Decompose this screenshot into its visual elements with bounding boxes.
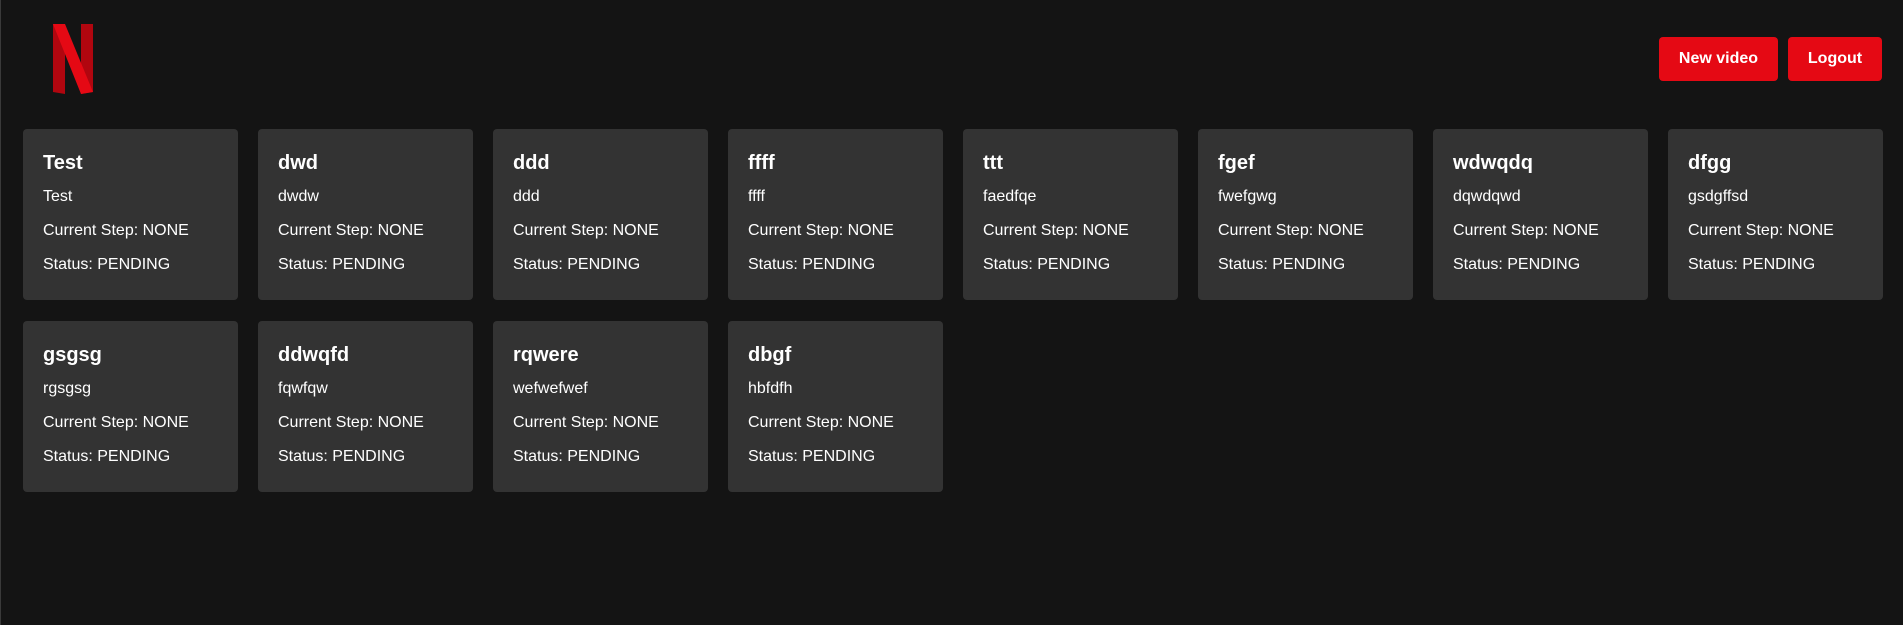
video-title: wdwqdq	[1453, 152, 1533, 174]
video-description: wefwefwef	[513, 380, 588, 397]
video-card[interactable]: ddd ddd Current Step: NONE Status: PENDI…	[493, 129, 708, 300]
video-title: dfgg	[1688, 152, 1732, 174]
video-current-step: Current Step: NONE	[748, 414, 894, 431]
video-title: fgef	[1218, 152, 1255, 174]
video-description: dwdw	[278, 188, 319, 205]
video-card[interactable]: ddwqfd fqwfqw Current Step: NONE Status:…	[258, 321, 473, 492]
video-current-step: Current Step: NONE	[513, 222, 659, 239]
video-title: ddd	[513, 152, 550, 174]
header-actions: New video Logout	[1659, 37, 1882, 81]
video-title: gsgsg	[43, 344, 102, 366]
video-description: fqwfqw	[278, 380, 328, 397]
video-current-step: Current Step: NONE	[513, 414, 659, 431]
video-status: Status: PENDING	[278, 448, 406, 465]
video-description: rgsgsg	[43, 380, 92, 397]
video-description: dqwdqwd	[1453, 188, 1521, 205]
netflix-logo-icon[interactable]	[53, 24, 93, 94]
video-description: fwefgwg	[1218, 188, 1277, 205]
video-description: faedfqe	[983, 188, 1037, 205]
header: New video Logout	[1, 0, 1903, 118]
video-title: ddwqfd	[278, 344, 350, 366]
video-card[interactable]: ttt faedfqe Current Step: NONE Status: P…	[963, 129, 1178, 300]
logout-button[interactable]: Logout	[1788, 37, 1882, 81]
video-status: Status: PENDING	[513, 448, 641, 465]
video-card[interactable]: dwd dwdw Current Step: NONE Status: PEND…	[258, 129, 473, 300]
video-title: dbgf	[748, 344, 792, 366]
video-card[interactable]: wdwqdq dqwdqwd Current Step: NONE Status…	[1433, 129, 1648, 300]
video-card[interactable]: ffff ffff Current Step: NONE Status: PEN…	[728, 129, 943, 300]
video-status: Status: PENDING	[1688, 256, 1816, 273]
video-description: ffff	[748, 188, 765, 205]
video-status: Status: PENDING	[983, 256, 1111, 273]
video-title: Test	[43, 152, 83, 174]
video-status: Status: PENDING	[1218, 256, 1346, 273]
video-title: ffff	[748, 152, 775, 174]
video-current-step: Current Step: NONE	[748, 222, 894, 239]
video-status: Status: PENDING	[1453, 256, 1581, 273]
video-card[interactable]: rqwere wefwefwef Current Step: NONE Stat…	[493, 321, 708, 492]
page: New video Logout Test Test Current Step:…	[0, 0, 1903, 625]
video-description: hbfdfh	[748, 380, 793, 397]
video-status: Status: PENDING	[278, 256, 406, 273]
video-grid: Test Test Current Step: NONE Status: PEN…	[23, 129, 1883, 492]
video-status: Status: PENDING	[748, 256, 876, 273]
video-title: rqwere	[513, 344, 579, 366]
video-current-step: Current Step: NONE	[983, 222, 1129, 239]
video-description: Test	[43, 188, 73, 205]
video-card[interactable]: dfgg gsdgffsd Current Step: NONE Status:…	[1668, 129, 1883, 300]
video-current-step: Current Step: NONE	[1218, 222, 1364, 239]
video-title: dwd	[278, 152, 318, 174]
video-status: Status: PENDING	[748, 448, 876, 465]
new-video-button[interactable]: New video	[1659, 37, 1778, 81]
video-current-step: Current Step: NONE	[1453, 222, 1599, 239]
video-current-step: Current Step: NONE	[43, 222, 189, 239]
video-current-step: Current Step: NONE	[278, 222, 424, 239]
video-card[interactable]: fgef fwefgwg Current Step: NONE Status: …	[1198, 129, 1413, 300]
video-title: ttt	[983, 152, 1003, 174]
video-status: Status: PENDING	[43, 256, 171, 273]
video-status: Status: PENDING	[513, 256, 641, 273]
video-description: gsdgffsd	[1688, 188, 1749, 205]
video-current-step: Current Step: NONE	[43, 414, 189, 431]
video-description: ddd	[513, 188, 540, 205]
video-current-step: Current Step: NONE	[1688, 222, 1834, 239]
video-status: Status: PENDING	[43, 448, 171, 465]
video-card[interactable]: gsgsg rgsgsg Current Step: NONE Status: …	[23, 321, 238, 492]
video-card[interactable]: dbgf hbfdfh Current Step: NONE Status: P…	[728, 321, 943, 492]
video-card[interactable]: Test Test Current Step: NONE Status: PEN…	[23, 129, 238, 300]
video-current-step: Current Step: NONE	[278, 414, 424, 431]
